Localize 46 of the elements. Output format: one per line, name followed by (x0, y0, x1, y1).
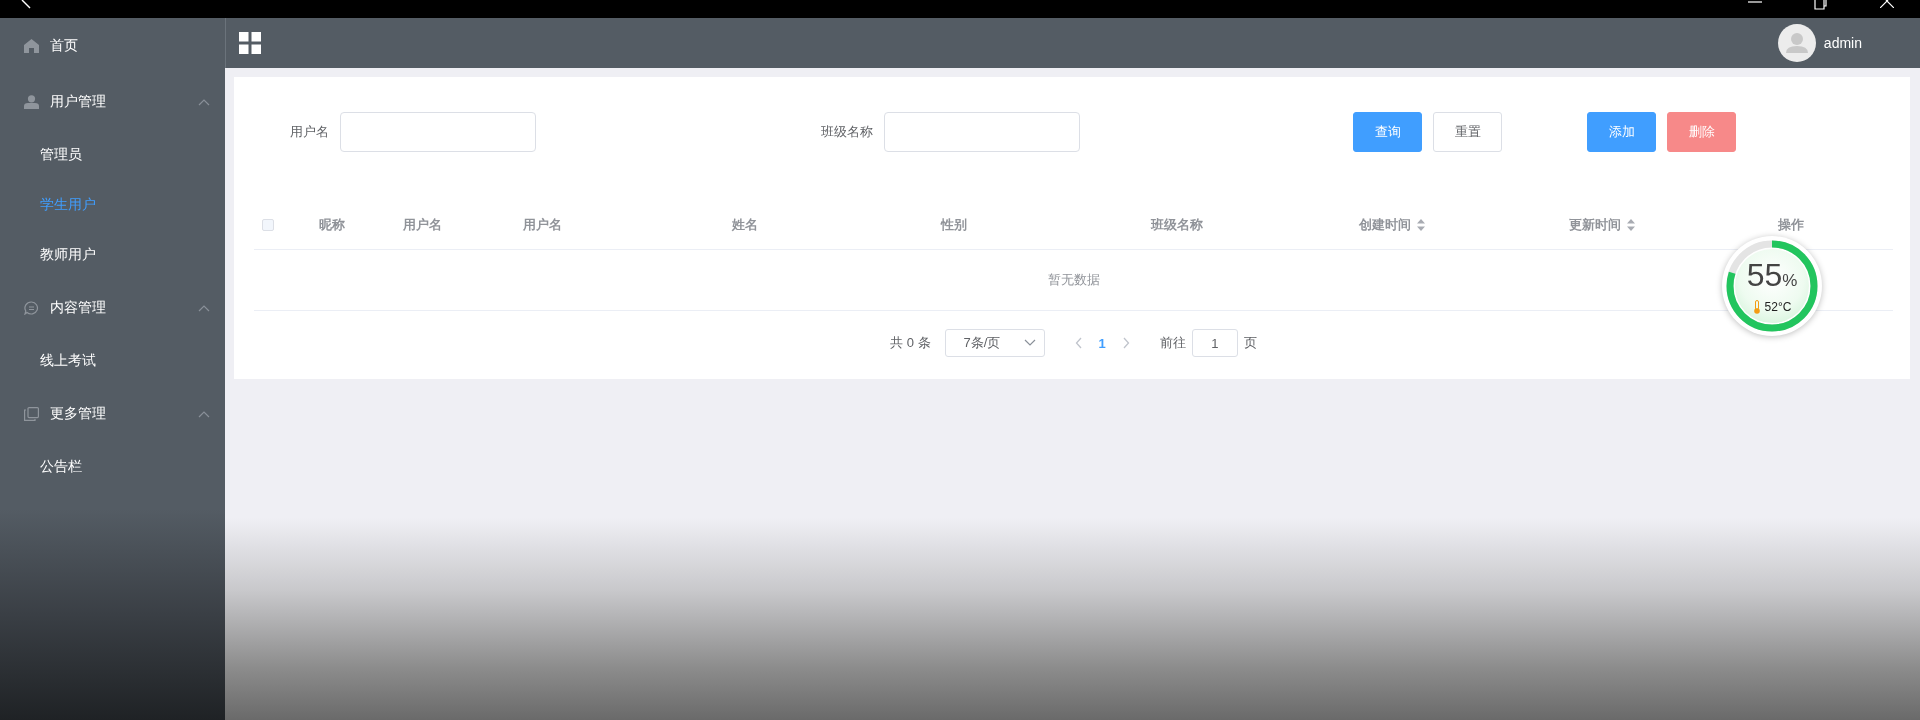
input-field[interactable] (884, 112, 1080, 152)
column-header: 姓名 (732, 215, 758, 234)
submenu-item[interactable]: 线上考试 (40, 352, 96, 370)
column-header: 性别 (941, 215, 967, 234)
column-header: 班级名称 (1151, 215, 1203, 234)
temperature-reading: 52°C (1764, 299, 1792, 314)
total-count: 共 0 条 (890, 334, 931, 352)
chevron-up-icon[interactable] (198, 304, 210, 312)
sort-icon[interactable] (1627, 218, 1635, 231)
empty-message: 暂无数据 (1047, 271, 1100, 289)
field-label: 用户名 (290, 123, 329, 141)
avatar-icon[interactable] (1777, 24, 1816, 62)
copy-icon (24, 407, 39, 421)
menu-label[interactable]: 用户管理 (50, 93, 106, 111)
home-icon (24, 39, 39, 53)
submenu-item[interactable]: 公告栏 (40, 458, 82, 476)
user-name[interactable]: admin (1823, 35, 1862, 51)
user-icon (24, 95, 39, 109)
field-label: 班级名称 (821, 123, 873, 141)
prev-page-icon[interactable] (1074, 337, 1083, 349)
chevron-up-icon[interactable] (198, 410, 210, 418)
reset-button[interactable]: 重置 (1433, 112, 1502, 152)
submenu-item[interactable]: 管理员 (40, 146, 82, 164)
grid-menu-icon[interactable] (239, 32, 261, 54)
next-page-icon[interactable] (1121, 337, 1130, 349)
column-header: 操作 (1778, 215, 1804, 234)
restore-icon[interactable] (1814, 0, 1828, 10)
input-field[interactable] (340, 112, 536, 152)
usage-reading: 55% (1746, 258, 1798, 295)
menu-label[interactable]: 更多管理 (50, 405, 106, 423)
chat-icon (24, 301, 39, 315)
menu-label[interactable]: 首页 (50, 37, 78, 55)
submenu-item[interactable]: 教师用户 (40, 246, 96, 264)
thermometer-icon (1752, 299, 1761, 314)
select-all-checkbox[interactable] (262, 218, 274, 231)
sort-icon[interactable] (1417, 218, 1425, 231)
goto-label: 前往 (1159, 334, 1186, 352)
goto-suffix: 页 (1243, 334, 1257, 352)
column-header: 昵称 (319, 215, 345, 234)
menu-label[interactable]: 内容管理 (50, 299, 106, 317)
chevron-down-icon[interactable] (1023, 339, 1036, 347)
column-header: 用户名 (403, 215, 442, 234)
chevron-up-icon[interactable] (198, 98, 210, 106)
page-input[interactable]: 1 (1191, 329, 1238, 357)
column-header: 用户名 (523, 215, 562, 234)
page-size-select[interactable]: 7条/页 (944, 329, 1045, 357)
